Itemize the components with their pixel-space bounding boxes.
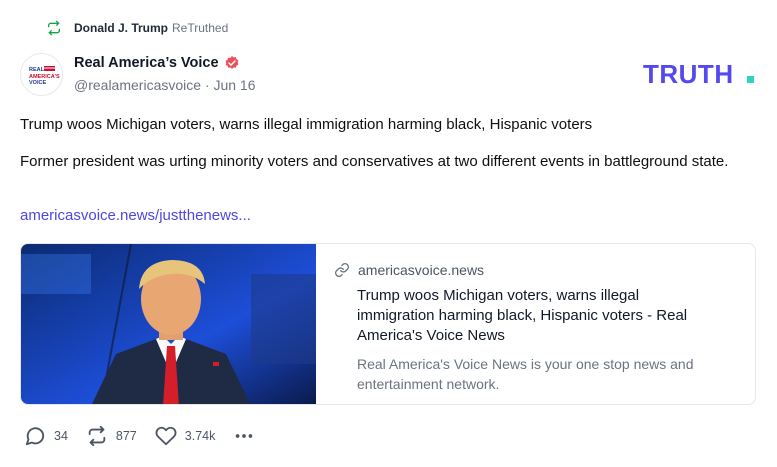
post-link[interactable]: americasvoice.news/justthenews... <box>20 207 251 224</box>
verified-badge-icon <box>225 56 239 69</box>
reply-button[interactable]: 34 <box>24 425 68 447</box>
author-handle-date: @realamericasvoice · Jun 16 <box>74 77 256 93</box>
retruth-count: 877 <box>115 429 137 443</box>
card-content: americasvoice.news Trump woos Michigan v… <box>316 244 755 404</box>
more-button[interactable] <box>233 425 255 447</box>
card-title: Trump woos Michigan voters, warns illega… <box>357 287 688 344</box>
post-headline: Trump woos Michigan voters, warns illega… <box>20 116 593 133</box>
author-name[interactable]: Real America’s Voice <box>74 55 219 71</box>
post-actions: 34 877 3.74k <box>24 425 273 447</box>
retruth-user-link[interactable]: Donald J. Trump <box>74 21 168 35</box>
like-count: 3.74k <box>184 429 216 443</box>
link-preview-card[interactable]: americasvoice.news Trump woos Michigan v… <box>20 243 756 405</box>
retruth-label: ReTruthed <box>172 21 229 35</box>
post-header: REAL AMERICA'S VOICE Real America’s Voic… <box>20 53 757 99</box>
link-icon <box>335 263 349 277</box>
heart-icon <box>155 426 177 446</box>
news-photo <box>21 244 316 404</box>
author-block: Real America’s Voice @realamericasvoice … <box>74 55 256 93</box>
svg-text:TRUTH: TRUTH <box>643 61 734 87</box>
card-domain: americasvoice.news <box>358 262 485 278</box>
retruth-icon <box>48 20 60 36</box>
svg-text:REAL: REAL <box>29 67 45 73</box>
reply-icon <box>25 427 45 446</box>
more-icon <box>236 434 253 438</box>
like-button[interactable]: 3.74k <box>155 425 216 447</box>
card-description: Real America's Voice News is your one st… <box>357 356 694 392</box>
truth-social-logo: TRUTH <box>643 61 754 87</box>
retruth-banner: Donald J. Trump ReTruthed <box>46 18 228 38</box>
reply-count: 34 <box>54 429 68 443</box>
svg-text:VOICE: VOICE <box>29 80 46 86</box>
retruth-icon <box>88 425 106 447</box>
retruth-button[interactable]: 877 <box>86 425 137 447</box>
avatar[interactable]: REAL AMERICA'S VOICE <box>20 53 63 96</box>
post-body: Former president was urting minority vot… <box>20 153 729 170</box>
